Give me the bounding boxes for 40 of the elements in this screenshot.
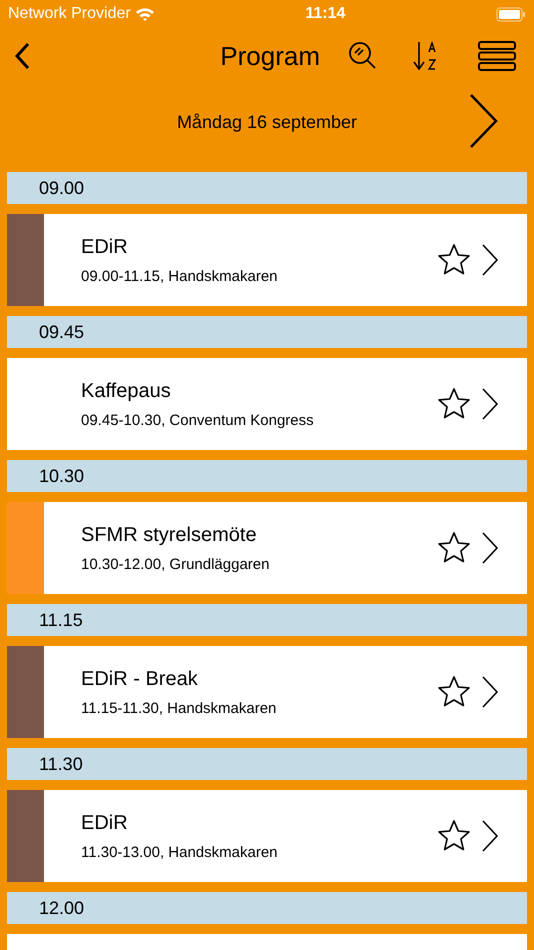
time-header: 11.30 (7, 748, 527, 780)
wifi-icon (134, 6, 155, 22)
chevron-right-icon (481, 387, 499, 421)
event-card[interactable]: EDiR 09.00-11.15, Handskmakaren (7, 214, 527, 306)
next-day-button[interactable] (468, 93, 498, 149)
event-card[interactable]: EDiR - Break 11.15-11.30, Handskmakaren (7, 646, 527, 738)
chevron-right-icon (481, 531, 499, 565)
time-header: 10.30 (7, 460, 527, 492)
date-label: Måndag 16 september (176, 110, 358, 134)
time-header: 12.00 (7, 892, 527, 924)
favorite-star-icon[interactable] (437, 243, 471, 277)
event-title: Kaffepaus (81, 378, 172, 404)
chevron-right-icon (481, 675, 499, 709)
favorite-star-icon[interactable] (437, 819, 471, 853)
battery-icon (496, 6, 526, 22)
favorite-star-icon[interactable] (437, 531, 471, 565)
clock-time: 11:14 (305, 4, 346, 24)
chevron-right-icon (481, 819, 499, 853)
event-card[interactable]: Kaffepaus 09.45-10.30, Conventum Kongress (7, 358, 527, 450)
time-header: 09.00 (7, 172, 527, 204)
page-title: Program (220, 40, 320, 72)
event-details: 11.15-11.30, Handskmakaren (81, 698, 278, 719)
chevron-right-icon (481, 243, 499, 277)
carrier-name: Network Provider (8, 4, 131, 24)
event-title: EDiR (81, 234, 129, 260)
time-header: 09.45 (7, 316, 527, 348)
event-card[interactable]: SFMR styrelsemöte 10.30-12.00, Grundläggaren (7, 502, 527, 594)
favorite-star-icon[interactable] (437, 387, 471, 421)
event-title: EDiR (81, 810, 129, 836)
event-details: 10.30-12.00, Grundläggaren (81, 554, 270, 575)
event-title: SFMR styrelsemöte (81, 522, 258, 548)
event-details: 11.30-13.00, Handskmakaren (81, 842, 279, 863)
favorite-star-icon[interactable] (437, 675, 471, 709)
search-button[interactable] (348, 41, 378, 71)
event-details: 09.45-10.30, Conventum Kongress (81, 410, 315, 431)
time-header: 11.15 (7, 604, 527, 636)
menu-button[interactable] (478, 41, 516, 71)
event-title: EDiR - Break (81, 666, 199, 692)
event-details: 09.00-11.15, Handskmakaren (81, 266, 279, 287)
event-card[interactable]: EDiR 11.30-13.00, Handskmakaren (7, 790, 527, 882)
